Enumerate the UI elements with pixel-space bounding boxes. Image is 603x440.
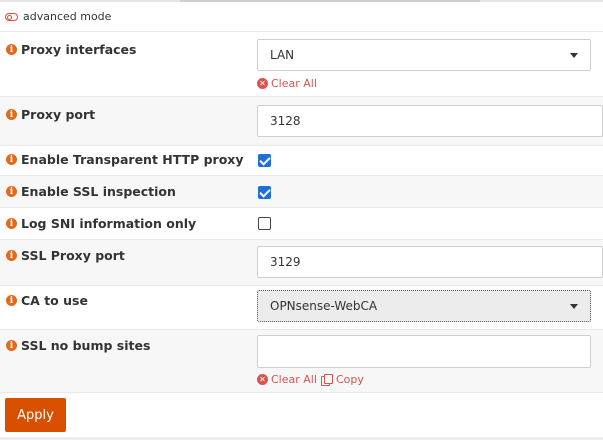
toggle-off-icon [5,12,18,21]
row-ssl-no-bump: i SSL no bump sites ✕ Clear All Copy [0,329,603,392]
row-proxy-port: i Proxy port 3128 [0,96,603,145]
field-label: i Enable SSL inspection [6,184,176,199]
clear-all-link[interactable]: ✕ Clear All [257,77,317,90]
field-label: i CA to use [6,293,88,308]
advanced-mode-label: advanced mode [23,10,112,23]
advanced-mode-toggle[interactable]: advanced mode [5,10,111,23]
row-actions [0,392,603,440]
close-circle-icon: ✕ [257,374,268,385]
row-transparent-http: i Enable Transparent HTTP proxy [0,145,603,175]
info-icon[interactable]: i [6,154,17,165]
info-icon[interactable]: i [6,218,17,229]
apply-button[interactable]: Apply [5,398,66,432]
info-icon[interactable]: i [6,109,17,120]
copy-link[interactable]: Copy [321,373,364,386]
info-icon[interactable]: i [6,250,17,261]
proxy-settings-page: advanced mode i Proxy interfaces LAN ✕ C… [0,0,603,440]
info-icon[interactable]: i [6,340,17,351]
field-label: i SSL no bump sites [6,338,150,353]
info-icon[interactable]: i [6,295,17,306]
log-sni-checkbox[interactable] [258,217,271,230]
clear-all-link[interactable]: ✕ Clear All [257,373,317,386]
copy-icon [321,374,333,386]
chevron-down-icon [570,304,578,309]
top-tab-indicator [180,0,310,2]
proxy-port-input[interactable]: 3128 [257,105,603,137]
row-log-sni: i Log SNI information only [0,207,603,239]
ssl-proxy-port-input[interactable]: 3129 [257,246,603,278]
transparent-http-checkbox[interactable] [258,154,271,167]
row-ca-to-use: i CA to use OPNsense-WebCA [0,285,603,329]
top-tab-indicator [310,0,480,2]
row-ssl-inspection: i Enable SSL inspection [0,175,603,207]
field-label: i Proxy port [6,107,95,122]
chevron-down-icon [570,53,578,58]
ca-select[interactable]: OPNsense-WebCA [257,290,591,322]
ssl-no-bump-input[interactable] [257,335,591,368]
field-label: i Log SNI information only [6,216,196,231]
info-icon[interactable]: i [6,186,17,197]
ssl-inspection-checkbox[interactable] [258,186,271,199]
field-label: i Proxy interfaces [6,42,136,57]
field-label: i SSL Proxy port [6,248,125,263]
proxy-interfaces-select[interactable]: LAN [257,39,591,71]
close-circle-icon: ✕ [257,78,268,89]
row-ssl-proxy-port: i SSL Proxy port 3129 [0,239,603,285]
row-proxy-interfaces: i Proxy interfaces LAN ✕ Clear All [0,31,603,96]
info-icon[interactable]: i [6,44,17,55]
field-label: i Enable Transparent HTTP proxy [6,152,244,167]
